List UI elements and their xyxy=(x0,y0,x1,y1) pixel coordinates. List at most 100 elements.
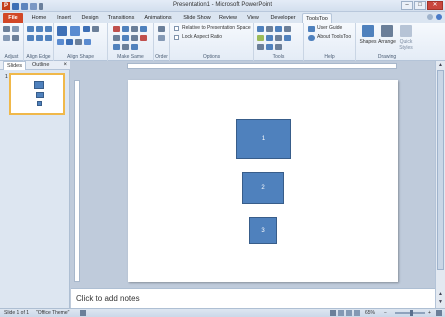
about-link[interactable]: About ToolsToo xyxy=(317,34,351,40)
minimize-ribbon-icon[interactable] xyxy=(427,14,433,20)
tool-icon[interactable] xyxy=(275,26,282,32)
align-center-icon[interactable] xyxy=(45,26,52,32)
tab-slides[interactable]: Slides xyxy=(3,61,26,70)
make-same-icon[interactable] xyxy=(131,26,138,32)
align-left-icon[interactable] xyxy=(27,26,34,32)
tab-design[interactable]: Design xyxy=(78,13,102,23)
scroll-up-icon[interactable]: ▲ xyxy=(437,62,444,69)
user-guide-icon[interactable] xyxy=(308,26,315,32)
tool-icon[interactable] xyxy=(257,26,264,32)
quick-styles-icon[interactable] xyxy=(400,25,412,37)
horizontal-ruler[interactable] xyxy=(127,63,397,69)
vertical-ruler[interactable] xyxy=(74,80,80,282)
slide-show-icon[interactable] xyxy=(354,310,360,316)
adjust-icon[interactable] xyxy=(12,35,19,41)
align-right-icon[interactable] xyxy=(27,35,34,41)
tool-icon[interactable] xyxy=(284,35,291,41)
maximize-button[interactable]: □ xyxy=(414,1,426,10)
previous-slide-icon[interactable]: ▲ xyxy=(437,291,444,298)
make-same-icon[interactable] xyxy=(122,44,129,50)
align-shape-icon[interactable] xyxy=(70,26,80,36)
slide-canvas[interactable]: 1 2 3 xyxy=(128,80,398,282)
tool-icon[interactable] xyxy=(257,35,264,41)
align-middle-icon[interactable] xyxy=(45,35,52,41)
zoom-out-icon[interactable]: − xyxy=(384,309,387,317)
tab-animations[interactable]: Animations xyxy=(140,13,176,23)
make-same-icon[interactable] xyxy=(122,35,129,41)
scrollbar-thumb[interactable] xyxy=(437,70,444,270)
zoom-slider-handle[interactable] xyxy=(410,310,413,316)
make-same-icon[interactable] xyxy=(122,26,129,32)
make-same-icon[interactable] xyxy=(131,44,138,50)
make-same-icon[interactable] xyxy=(131,35,138,41)
align-shape-icon[interactable] xyxy=(92,26,99,32)
arrange-icon[interactable] xyxy=(381,25,393,37)
normal-view-icon[interactable] xyxy=(330,310,336,316)
zoom-level[interactable]: 65% xyxy=(365,309,375,317)
make-same-icon[interactable] xyxy=(113,44,120,50)
tool-icon[interactable] xyxy=(257,44,264,50)
tool-icon[interactable] xyxy=(266,44,273,50)
tool-icon[interactable] xyxy=(266,35,273,41)
spellcheck-icon[interactable] xyxy=(80,310,86,316)
zoom-in-icon[interactable]: + xyxy=(428,309,431,317)
tool-icon[interactable] xyxy=(275,35,282,41)
adjust-icon[interactable] xyxy=(12,26,19,32)
user-guide-link[interactable]: User Guide xyxy=(317,25,342,31)
tool-icon[interactable] xyxy=(284,26,291,32)
relative-checkbox[interactable] xyxy=(174,26,179,31)
rectangle-shape-2[interactable]: 2 xyxy=(242,172,284,204)
slide-sorter-icon[interactable] xyxy=(338,310,344,316)
tool-icon[interactable] xyxy=(266,26,273,32)
make-same-icon[interactable] xyxy=(113,26,120,32)
adjust-icon[interactable] xyxy=(3,26,10,32)
lock-aspect-label: Lock Aspect Ratio xyxy=(182,34,223,40)
align-shape-icon[interactable] xyxy=(75,39,82,45)
make-same-icon[interactable] xyxy=(140,26,147,32)
align-shape-icon[interactable] xyxy=(66,39,73,45)
tab-transitions[interactable]: Transitions xyxy=(104,13,138,23)
tab-developer[interactable]: Developer xyxy=(266,13,300,23)
minimize-button[interactable]: – xyxy=(401,1,413,10)
make-same-icon[interactable] xyxy=(113,35,120,41)
bring-forward-icon[interactable] xyxy=(158,26,165,32)
align-shape-icon[interactable] xyxy=(57,26,67,36)
tab-toolstoo[interactable]: ToolsToo xyxy=(302,13,332,23)
help-icon[interactable] xyxy=(436,14,442,20)
align-top-icon[interactable] xyxy=(36,26,43,32)
close-icon[interactable]: × xyxy=(63,61,67,70)
fit-to-window-icon[interactable] xyxy=(436,310,442,316)
tab-slide-show[interactable]: Slide Show xyxy=(180,13,214,23)
quick-styles-button[interactable]: Quick Styles xyxy=(396,39,416,51)
next-slide-icon[interactable]: ▼ xyxy=(437,299,444,306)
align-shape-icon[interactable] xyxy=(84,39,91,45)
tab-file[interactable]: File xyxy=(3,13,23,23)
lock-aspect-checkbox[interactable] xyxy=(174,35,179,40)
send-backward-icon[interactable] xyxy=(158,35,165,41)
tab-view[interactable]: View xyxy=(242,13,264,23)
tool-icon[interactable] xyxy=(275,44,282,50)
close-button[interactable]: ✕ xyxy=(427,1,443,10)
align-shape-icon[interactable] xyxy=(57,39,64,45)
align-shape-icon[interactable] xyxy=(83,26,90,32)
slide-thumbnail[interactable] xyxy=(9,73,65,115)
reading-view-icon[interactable] xyxy=(346,310,352,316)
tab-review[interactable]: Review xyxy=(216,13,240,23)
shapes-icon[interactable] xyxy=(362,25,374,37)
adjust-icon[interactable] xyxy=(3,35,10,41)
align-bottom-icon[interactable] xyxy=(36,35,43,41)
shapes-button[interactable]: Shapes xyxy=(357,39,379,45)
tab-outline[interactable]: Outline xyxy=(32,61,49,70)
make-same-icon[interactable] xyxy=(140,35,147,41)
group-drawing: Shapes Arrange Quick Styles Drawing xyxy=(356,23,418,61)
ribbon-help-icons xyxy=(427,14,442,20)
about-icon[interactable] xyxy=(308,35,315,41)
tab-home[interactable]: Home xyxy=(28,13,50,23)
arrange-button[interactable]: Arrange xyxy=(377,39,397,45)
slide-count: Slide 1 of 1 xyxy=(4,310,30,316)
rectangle-shape-1[interactable]: 1 xyxy=(236,119,291,159)
vertical-scrollbar[interactable]: ▲ ▲ ▼ xyxy=(435,61,445,308)
rectangle-shape-3[interactable]: 3 xyxy=(249,217,277,244)
notes-pane[interactable]: Click to add notes xyxy=(71,288,435,308)
tab-insert[interactable]: Insert xyxy=(52,13,76,23)
